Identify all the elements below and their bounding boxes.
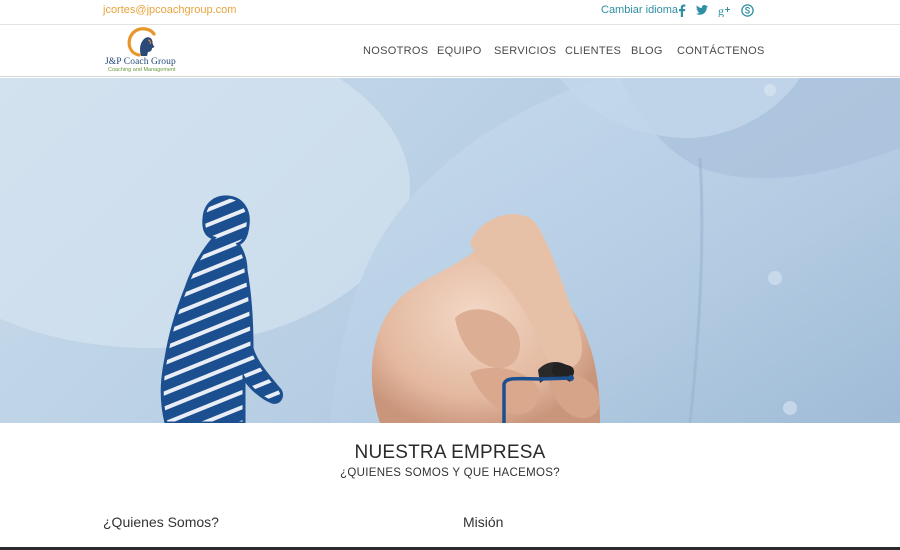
top-bar: jcortes@jpcoachgroup.com Cambiar idioma … bbox=[0, 0, 900, 24]
svg-text:g: g bbox=[718, 4, 724, 17]
hero-banner-image bbox=[0, 78, 900, 423]
nav-item-contactenos[interactable]: CONTÁCTENOS bbox=[677, 45, 765, 57]
facebook-icon[interactable] bbox=[675, 2, 689, 18]
nav-item-clientes[interactable]: CLIENTES bbox=[565, 45, 621, 57]
quienes-somos-heading: ¿Quienes Somos? bbox=[103, 514, 219, 530]
nav-item-nosotros[interactable]: NOSOTROS bbox=[363, 45, 428, 57]
page: jcortes@jpcoachgroup.com Cambiar idioma … bbox=[0, 0, 900, 550]
change-language-link[interactable]: Cambiar idioma bbox=[601, 4, 678, 16]
section-subtitle: ¿QUIENES SOMOS Y QUE HACEMOS? bbox=[340, 467, 560, 479]
nav-item-blog[interactable]: BLOG bbox=[631, 45, 663, 57]
main-navbar: J&P Coach Group Coaching and Management … bbox=[0, 24, 900, 77]
hero-illustration bbox=[0, 78, 900, 423]
logo-name: J&P Coach Group bbox=[105, 57, 176, 67]
nav-item-servicios[interactable]: SERVICIOS bbox=[494, 45, 556, 57]
nav-item-equipo[interactable]: EQUIPO bbox=[437, 45, 482, 57]
logo-tagline: Coaching and Management bbox=[108, 67, 176, 73]
google-plus-icon[interactable]: g bbox=[718, 2, 732, 18]
logo-emblem-icon bbox=[127, 27, 156, 57]
section-title: NUESTRA EMPRESA bbox=[354, 442, 546, 463]
contact-email-link[interactable]: jcortes@jpcoachgroup.com bbox=[103, 4, 236, 16]
mision-heading: Misión bbox=[463, 514, 504, 530]
logo[interactable]: J&P Coach Group Coaching and Management bbox=[104, 25, 186, 77]
twitter-icon[interactable] bbox=[695, 2, 709, 18]
skype-icon[interactable] bbox=[740, 2, 754, 18]
